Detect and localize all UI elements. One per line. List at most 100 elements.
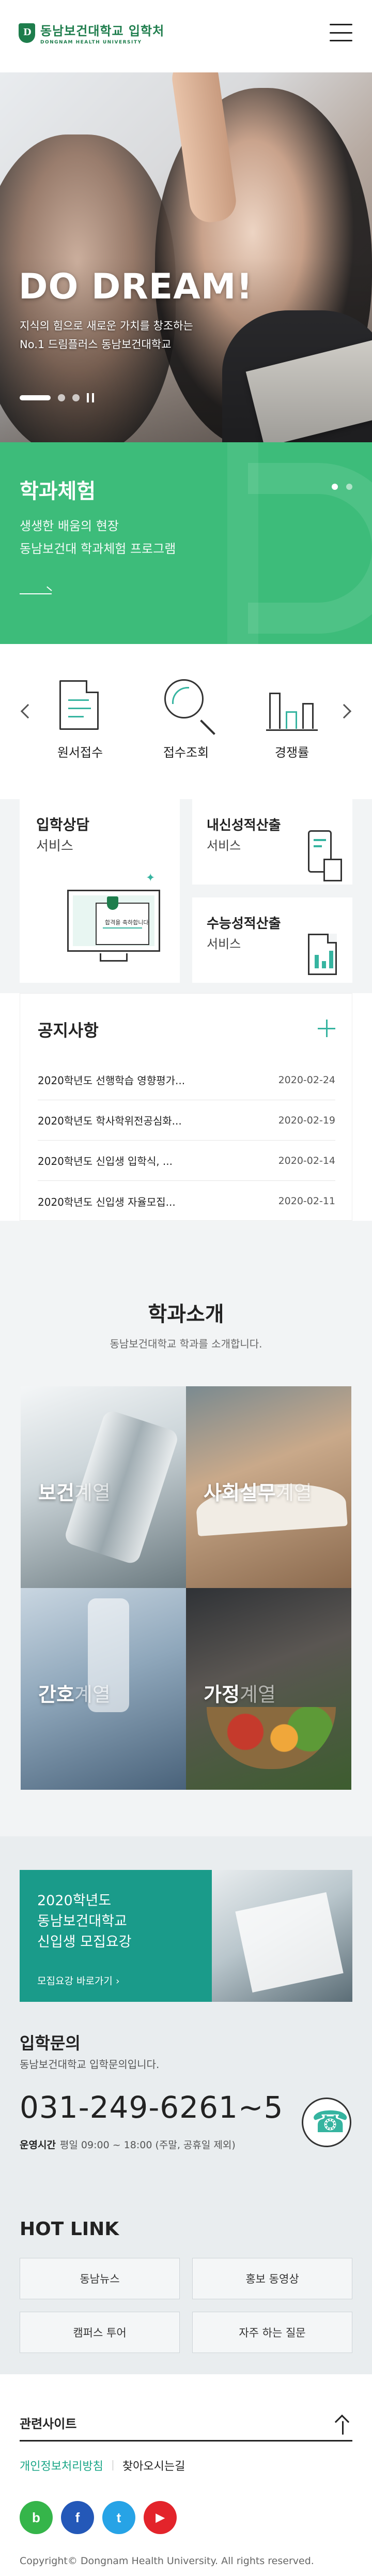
dept-tile-health[interactable]: 보건계열 [21, 1386, 186, 1588]
directions-link[interactable]: 찾아오시는길 [122, 2457, 185, 2474]
footer-links: 개인정보처리방침 찾아오시는길 [20, 2457, 185, 2474]
recruit-line2: 동남보건대학교 [37, 1913, 127, 1929]
quick-item-label: 접수조회 [163, 745, 209, 760]
hero-subtitle-line2: No.1 드림플러스 동남보건대학교 [20, 338, 172, 351]
dept-tile-name: 보건 [38, 1481, 74, 1504]
notice-row-date: 2020-02-19 [278, 1114, 335, 1126]
dept-tile-caption: 보건계열 [38, 1477, 111, 1505]
program-subtitle: 생생한 배움의 현장 동남보건대 학과체험 프로그램 [20, 515, 176, 560]
dept-tile-nursing[interactable]: 간호계열 [21, 1588, 186, 1790]
dept-tile-name: 간호 [38, 1683, 74, 1706]
program-dot-active[interactable] [332, 484, 338, 490]
hours-label: 운영시간 [20, 2139, 56, 2151]
quick-icon-wrap [39, 676, 121, 733]
hotlink-title: HOT LINK [20, 2219, 119, 2240]
hotlink-faq-button[interactable]: 자주 하는 질문 [192, 2312, 352, 2353]
quick-item-lookup[interactable]: 접수조회 [145, 676, 227, 760]
notice-row-date: 2020-02-14 [278, 1155, 335, 1166]
program-pagination [332, 484, 352, 490]
icon-bar [302, 703, 314, 729]
hero-dot-active[interactable] [20, 395, 51, 400]
recruit-link[interactable]: 모집요강 바로가기 › [37, 1973, 120, 1987]
hotlink-video-button[interactable]: 홍보 동영상 [192, 2258, 352, 2299]
twitter-icon[interactable]: t [102, 2501, 135, 2534]
decorative-shape [248, 463, 372, 634]
quick-icon-wrap [145, 676, 227, 733]
shield-icon [107, 896, 118, 910]
card-subtitle: 서비스 [36, 838, 73, 854]
inquiry-phone-number[interactable]: 031-249-6261~5 [20, 2090, 283, 2125]
hamburger-menu-icon[interactable] [330, 24, 352, 41]
quick-item-application[interactable]: 원서접수 [39, 676, 121, 760]
calculator-icon [323, 859, 342, 881]
card-title: 입학상담 [36, 816, 90, 833]
related-sites-toggle[interactable]: 관련사이트 [20, 2405, 352, 2442]
hero-dot[interactable] [58, 394, 65, 401]
telephone-icon[interactable] [302, 2098, 351, 2147]
notice-list: 2020학년도 선행학습 영향평가... 2020-02-24 2020학년도 … [38, 1060, 335, 1221]
hero-slider[interactable]: DO DREAM! 지식의 힘으로 새로운 가치를 창조하는 No.1 드림플러… [0, 72, 372, 442]
recruit-text: 2020학년도 동남보건대학교 신입생 모집요강 [37, 1891, 131, 1953]
letter-icon: 합격을 축하합니다 [96, 896, 149, 945]
hours-value: 평일 09:00 ~ 18:00 (주말, 공휴일 제외) [59, 2139, 236, 2151]
card-title: 수능성적산출 [207, 916, 281, 932]
dept-tile-suffix: 계열 [239, 1683, 276, 1706]
related-sites-label: 관련사이트 [20, 2417, 77, 2431]
grade-calc-card[interactable]: 내신성적산출 서비스 [192, 799, 352, 885]
hotlink-tour-button[interactable]: 캠퍼스 투어 [20, 2312, 180, 2353]
card-title: 내신성적산출 [207, 818, 281, 833]
quick-item-competition-rate[interactable]: 경쟁률 [251, 676, 333, 760]
site-footer: 관련사이트 개인정보처리방침 찾아오시는길 b f t ▶ Copyright©… [0, 2374, 372, 2576]
plus-icon[interactable] [318, 1020, 335, 1037]
monitor-icon: 합격을 축하합니다 [67, 890, 160, 962]
logo-text: 동남보건대학교 입학처 DONGNAM HEALTH UNIVERSITY [40, 21, 164, 45]
blog-icon[interactable]: b [20, 2501, 53, 2534]
dept-tile-caption: 간호계열 [38, 1679, 111, 1707]
quick-item-label: 경쟁률 [274, 745, 309, 760]
menu-line [330, 40, 352, 41]
notice-row[interactable]: 2020학년도 신입생 입학식, ... 2020-02-14 [38, 1141, 335, 1181]
hero-shade [0, 72, 372, 442]
program-dot[interactable] [346, 484, 352, 490]
recruit-section: 2020학년도 동남보건대학교 신입생 모집요강 모집요강 바로가기 › 입학문… [0, 1836, 372, 2216]
icon-line [68, 716, 84, 717]
recruit-photo [212, 1870, 352, 2002]
icon-bar [329, 951, 333, 968]
hero-subtitle: 지식의 힘으로 새로운 가치를 창조하는 No.1 드림플러스 동남보건대학교 [20, 317, 193, 354]
notice-row-title: 2020학년도 학사학위전공심화... [38, 1115, 182, 1127]
site-header: 동남보건대학교 입학처 DONGNAM HEALTH UNIVERSITY [0, 0, 372, 72]
consult-service-card[interactable]: 입학상담 서비스 ✦ 합격을 축하합니다 [20, 799, 180, 983]
dept-tile-home[interactable]: 가정계열 [186, 1588, 351, 1790]
arrow-right-icon[interactable] [20, 593, 52, 594]
facebook-icon[interactable]: f [61, 2501, 94, 2534]
hotlink-section: HOT LINK 동남뉴스 홍보 동영상 캠퍼스 투어 자주 하는 질문 [0, 2216, 372, 2374]
page: 동남보건대학교 입학처 DONGNAM HEALTH UNIVERSITY DO… [0, 0, 372, 2576]
icon-bar [322, 961, 326, 968]
hero-dot[interactable] [72, 394, 80, 401]
program-banner[interactable]: 학과체험 생생한 배움의 현장 동남보건대 학과체험 프로그램 [0, 442, 372, 644]
chevron-left-icon[interactable] [20, 703, 36, 719]
hotlink-news-button[interactable]: 동남뉴스 [20, 2258, 180, 2299]
notice-row[interactable]: 2020학년도 신입생 자율모집... 2020-02-11 [38, 1181, 335, 1221]
card-subtitle: 서비스 [207, 937, 241, 951]
notice-board: 공지사항 2020학년도 선행학습 영향평가... 2020-02-24 202… [20, 993, 352, 1221]
program-line2: 동남보건대 학과체험 프로그램 [20, 542, 176, 556]
csat-calc-card[interactable]: 수능성적산출 서비스 [192, 897, 352, 983]
inquiry-subtitle: 동남보건대학교 입학문의입니다. [20, 2058, 160, 2071]
notice-row[interactable]: 2020학년도 선행학습 영향평가... 2020-02-24 [38, 1060, 335, 1100]
pause-icon[interactable] [87, 393, 94, 402]
copyright: Copyright© Dongnam Health University. Al… [20, 2555, 314, 2567]
letter-line [103, 927, 142, 928]
youtube-icon[interactable]: ▶ [144, 2501, 177, 2534]
hero-title: DO DREAM! [19, 266, 253, 307]
icon-line [314, 845, 322, 847]
report-chart-icon [308, 934, 337, 975]
recruit-banner[interactable]: 2020학년도 동남보건대학교 신입생 모집요강 모집요강 바로가기 › [20, 1870, 352, 2002]
site-logo[interactable]: 동남보건대학교 입학처 DONGNAM HEALTH UNIVERSITY [19, 21, 164, 45]
menu-line [330, 24, 352, 25]
chevron-right-icon[interactable] [336, 703, 352, 719]
notice-row[interactable]: 2020학년도 학사학위전공심화... 2020-02-19 [38, 1100, 335, 1141]
dept-tile-caption: 사회실무계열 [204, 1477, 312, 1505]
dept-tile-social[interactable]: 사회실무계열 [186, 1386, 351, 1588]
privacy-policy-link[interactable]: 개인정보처리방침 [20, 2457, 103, 2474]
